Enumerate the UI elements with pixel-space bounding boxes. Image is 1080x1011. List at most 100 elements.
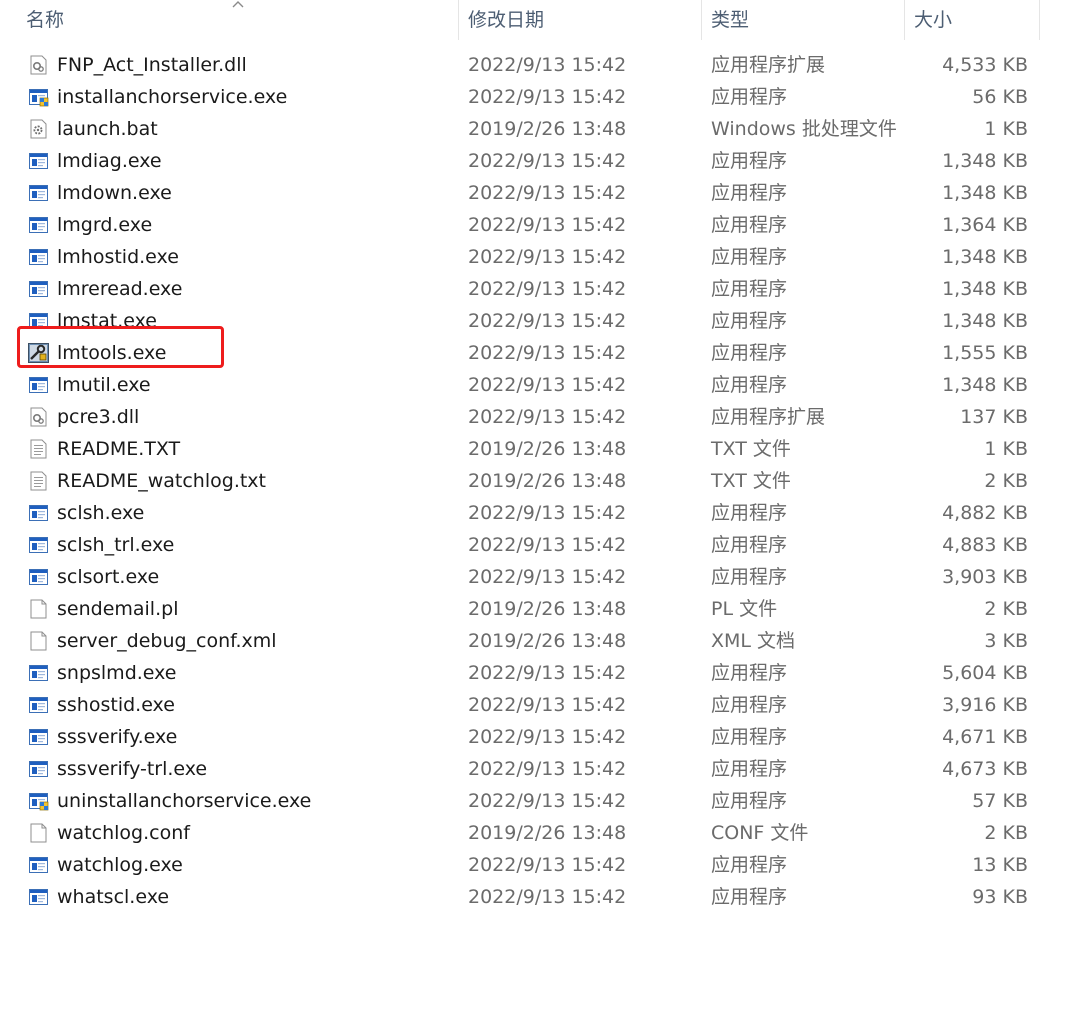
file-type: 应用程序 xyxy=(711,886,788,908)
file-size: 1,555 KB xyxy=(942,342,1028,364)
file-name: whatscl.exe xyxy=(57,886,170,908)
column-divider[interactable] xyxy=(1039,0,1040,40)
column-header-size[interactable]: 大小 xyxy=(906,0,1036,40)
exe-icon xyxy=(28,695,49,715)
file-modified-date: 2022/9/13 15:42 xyxy=(468,790,627,812)
column-header-bar: 名称 修改日期 类型 大小 xyxy=(0,0,1080,40)
file-modified-date: 2022/9/13 15:42 xyxy=(468,566,627,588)
file-row[interactable]: README_watchlog.txt 2019/2/26 13:48 TXT 文件… xyxy=(0,465,1080,497)
file-row[interactable]: snpslmd.exe 2022/9/13 15:42 应用程序 5,604 KB xyxy=(0,657,1080,689)
file-type: 应用程序 xyxy=(711,726,788,748)
file-row[interactable]: lmdiag.exe 2022/9/13 15:42 应用程序 1,348 KB xyxy=(0,145,1080,177)
exe-icon xyxy=(28,503,49,523)
file-name: sclsh_trl.exe xyxy=(57,534,175,556)
blank-file-icon xyxy=(28,823,49,843)
file-modified-date: 2022/9/13 15:42 xyxy=(468,86,627,108)
file-name: lmhostid.exe xyxy=(57,246,179,268)
file-modified-date: 2022/9/13 15:42 xyxy=(468,886,627,908)
file-name: lmreread.exe xyxy=(57,278,183,300)
file-type: 应用程序 xyxy=(711,694,788,716)
file-modified-date: 2022/9/13 15:42 xyxy=(468,662,627,684)
file-type: 应用程序 xyxy=(711,790,788,812)
file-row[interactable]: sclsh_trl.exe 2022/9/13 15:42 应用程序 4,883 KB xyxy=(0,529,1080,561)
file-row[interactable]: watchlog.conf 2019/2/26 13:48 CONF 文件 2 KB xyxy=(0,817,1080,849)
file-type: 应用程序 xyxy=(711,310,788,332)
column-header-type[interactable]: 类型 xyxy=(703,0,903,40)
file-type: CONF 文件 xyxy=(711,822,809,844)
file-type: XML 文档 xyxy=(711,630,796,652)
file-name: lmtools.exe xyxy=(57,342,167,364)
file-modified-date: 2022/9/13 15:42 xyxy=(468,726,627,748)
file-modified-date: 2022/9/13 15:42 xyxy=(468,502,627,524)
file-size: 1,348 KB xyxy=(942,278,1028,300)
file-name: sshostid.exe xyxy=(57,694,175,716)
file-row[interactable]: watchlog.exe 2022/9/13 15:42 应用程序 13 KB xyxy=(0,849,1080,881)
file-modified-date: 2022/9/13 15:42 xyxy=(468,374,627,396)
column-divider[interactable] xyxy=(904,0,905,40)
file-row[interactable]: whatscl.exe 2022/9/13 15:42 应用程序 93 KB xyxy=(0,881,1080,913)
exe-icon xyxy=(28,375,49,395)
file-row[interactable]: uninstallanchorservice.exe 2022/9/13 15:4… xyxy=(0,785,1080,817)
file-type: 应用程序 xyxy=(711,86,788,108)
file-size: 13 KB xyxy=(972,854,1028,876)
file-row[interactable]: lmdown.exe 2022/9/13 15:42 应用程序 1,348 KB xyxy=(0,177,1080,209)
file-row[interactable]: sclsort.exe 2022/9/13 15:42 应用程序 3,903 KB xyxy=(0,561,1080,593)
exe-icon xyxy=(28,887,49,907)
file-row[interactable]: server_debug_conf.xml 2019/2/26 13:48 XML … xyxy=(0,625,1080,657)
file-size: 4,673 KB xyxy=(942,758,1028,780)
exe-icon xyxy=(28,663,49,683)
file-modified-date: 2022/9/13 15:42 xyxy=(468,54,627,76)
lmtools-app-icon xyxy=(28,343,49,363)
file-row[interactable]: README.TXT 2019/2/26 13:48 TXT 文件 1 KB xyxy=(0,433,1080,465)
file-row[interactable]: installanchorservice.exe 2022/9/13 15:42 应… xyxy=(0,81,1080,113)
file-modified-date: 2019/2/26 13:48 xyxy=(468,630,627,652)
file-row[interactable]: FNP_Act_Installer.dll 2022/9/13 15:42 应用程序… xyxy=(0,49,1080,81)
file-name: server_debug_conf.xml xyxy=(57,630,277,652)
file-name: README_watchlog.txt xyxy=(57,470,266,492)
column-divider[interactable] xyxy=(701,0,702,40)
installer-exe-icon xyxy=(28,87,49,107)
file-name: lmstat.exe xyxy=(57,310,157,332)
file-row[interactable]: launch.bat 2019/2/26 13:48 Windows 批处理文件 1 … xyxy=(0,113,1080,145)
file-row[interactable]: lmgrd.exe 2022/9/13 15:42 应用程序 1,364 KB xyxy=(0,209,1080,241)
dll-icon xyxy=(28,55,49,75)
file-type: 应用程序扩展 xyxy=(711,406,826,428)
file-row[interactable]: lmreread.exe 2022/9/13 15:42 应用程序 1,348 KB xyxy=(0,273,1080,305)
file-name: installanchorservice.exe xyxy=(57,86,288,108)
file-size: 1,348 KB xyxy=(942,374,1028,396)
file-name: watchlog.exe xyxy=(57,854,183,876)
file-type: TXT 文件 xyxy=(711,470,791,492)
file-row[interactable]: lmutil.exe 2022/9/13 15:42 应用程序 1,348 KB xyxy=(0,369,1080,401)
file-size: 56 KB xyxy=(972,86,1028,108)
file-list: FNP_Act_Installer.dll 2022/9/13 15:42 应用程序… xyxy=(0,49,1080,913)
file-name: lmdown.exe xyxy=(57,182,172,204)
file-row[interactable]: sclsh.exe 2022/9/13 15:42 应用程序 4,882 KB xyxy=(0,497,1080,529)
file-row[interactable]: lmhostid.exe 2022/9/13 15:42 应用程序 1,348 KB xyxy=(0,241,1080,273)
file-type: 应用程序 xyxy=(711,662,788,684)
file-row[interactable]: sssverify.exe 2022/9/13 15:42 应用程序 4,671 KB xyxy=(0,721,1080,753)
file-row[interactable]: pcre3.dll 2022/9/13 15:42 应用程序扩展 137 KB xyxy=(0,401,1080,433)
file-name: snpslmd.exe xyxy=(57,662,177,684)
file-name: lmdiag.exe xyxy=(57,150,162,172)
exe-icon xyxy=(28,759,49,779)
exe-icon xyxy=(28,183,49,203)
column-divider[interactable] xyxy=(458,0,459,40)
file-row[interactable]: lmtools.exe 2022/9/13 15:42 应用程序 1,555 KB xyxy=(0,337,1080,369)
text-file-icon xyxy=(28,439,49,459)
exe-icon xyxy=(28,151,49,171)
column-header-date[interactable]: 修改日期 xyxy=(460,0,700,40)
file-row[interactable]: sssverify-trl.exe 2022/9/13 15:42 应用程序 4,67… xyxy=(0,753,1080,785)
exe-icon xyxy=(28,855,49,875)
file-type: TXT 文件 xyxy=(711,438,791,460)
file-size: 5,604 KB xyxy=(942,662,1028,684)
file-modified-date: 2019/2/26 13:48 xyxy=(468,598,627,620)
file-row[interactable]: lmstat.exe 2022/9/13 15:42 应用程序 1,348 KB xyxy=(0,305,1080,337)
blank-file-icon xyxy=(28,599,49,619)
file-name: pcre3.dll xyxy=(57,406,140,428)
file-size: 3,903 KB xyxy=(942,566,1028,588)
exe-icon xyxy=(28,247,49,267)
file-row[interactable]: sshostid.exe 2022/9/13 15:42 应用程序 3,916 KB xyxy=(0,689,1080,721)
exe-icon xyxy=(28,279,49,299)
file-row[interactable]: sendemail.pl 2019/2/26 13:48 PL 文件 2 KB xyxy=(0,593,1080,625)
file-size: 1,348 KB xyxy=(942,310,1028,332)
